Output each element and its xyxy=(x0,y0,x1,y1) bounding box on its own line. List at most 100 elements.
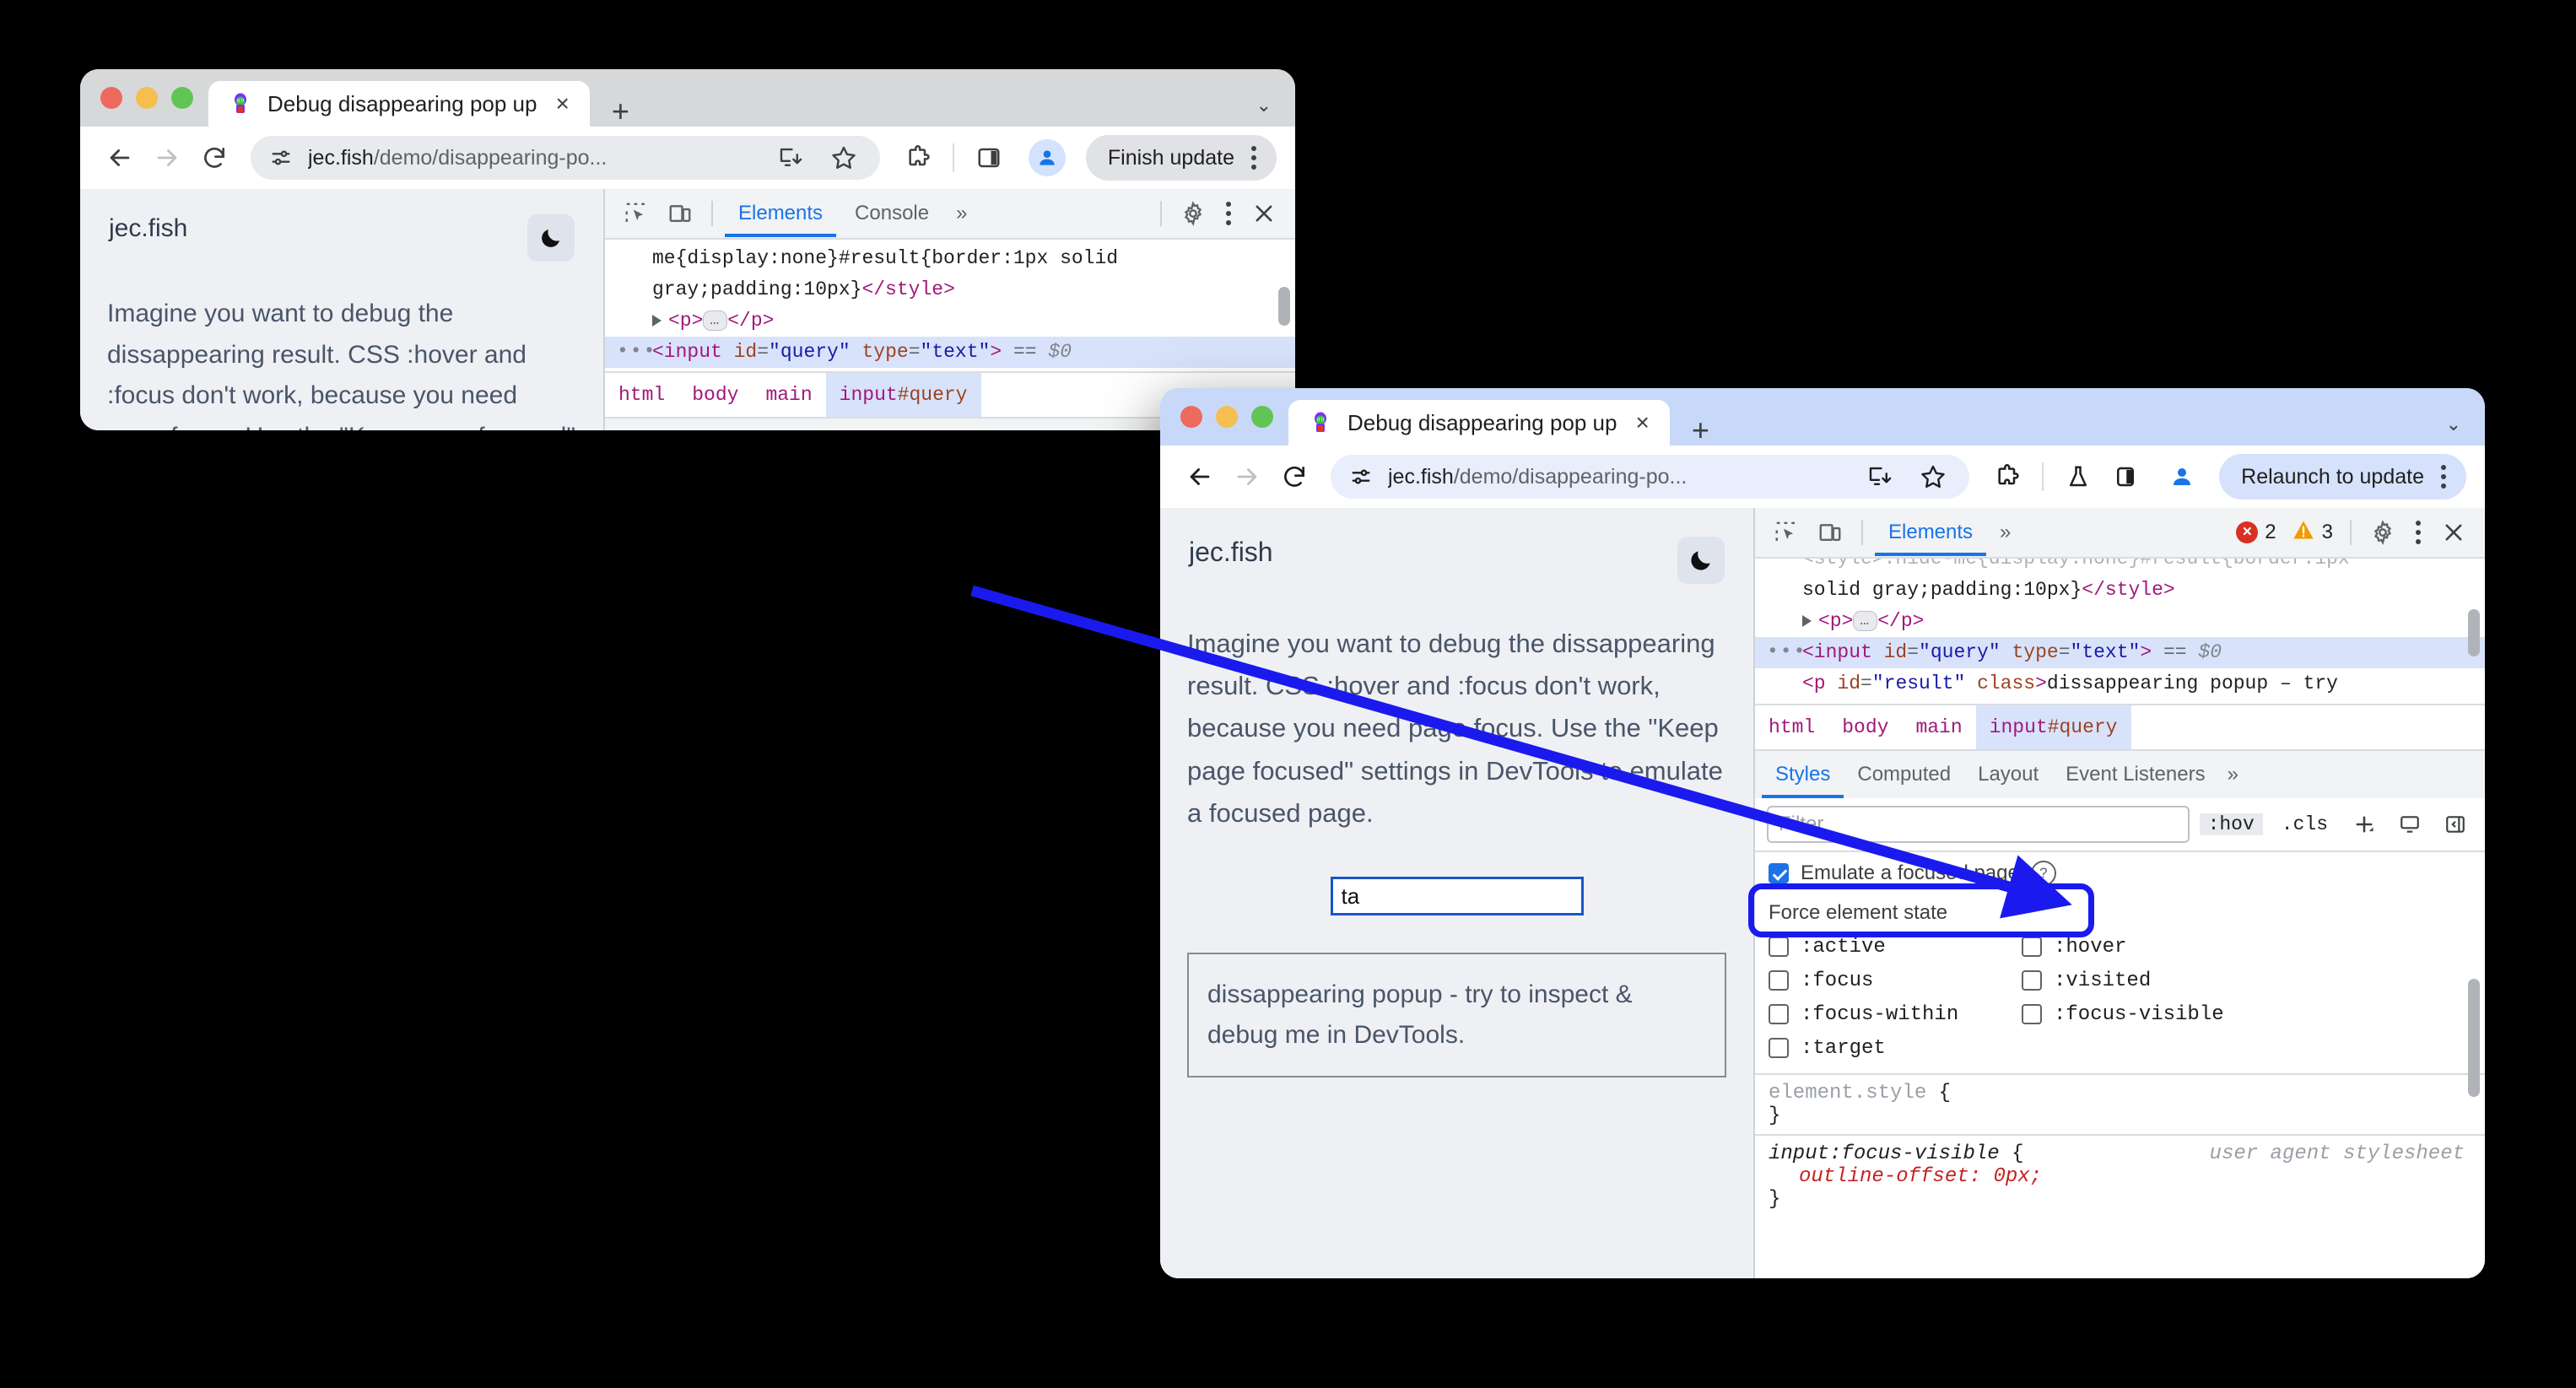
window-traffic-lights-front[interactable] xyxy=(1180,388,1288,446)
ua-rule-value[interactable]: 0px; xyxy=(1993,1165,2042,1188)
filter-input[interactable]: Filter xyxy=(1767,806,2190,843)
checkbox-target[interactable] xyxy=(1769,1038,1789,1058)
collapsed-children-icon[interactable]: … xyxy=(1853,610,1878,631)
extensions-icon[interactable] xyxy=(897,137,939,179)
browser-window-front[interactable]: Debug disappearing pop up × + ⌄ jec.fish… xyxy=(1160,388,2485,1278)
tab-event-listeners[interactable]: Event Listeners xyxy=(902,419,1068,430)
breadcrumb-html[interactable]: html xyxy=(1755,705,1828,749)
dom-line[interactable]: gray;padding:10px}</style> xyxy=(605,274,1295,305)
breadcrumb-input-query[interactable]: input #query xyxy=(825,373,981,417)
profile-avatar[interactable] xyxy=(1028,139,1066,176)
maximize-window-button[interactable] xyxy=(171,87,193,109)
gear-icon[interactable] xyxy=(2363,513,2402,552)
add-rule-icon[interactable] xyxy=(2346,807,2382,842)
devtools-more-icon[interactable] xyxy=(2407,521,2429,544)
checkbox-emulate-focused-page[interactable] xyxy=(1769,863,1789,883)
fes-focus-visible[interactable]: :focus-visible xyxy=(2022,997,2275,1031)
devtools-more-icon[interactable] xyxy=(1218,202,1239,225)
close-tab-button[interactable]: × xyxy=(552,92,572,116)
minimize-window-button[interactable] xyxy=(136,87,158,109)
window-traffic-lights-back[interactable] xyxy=(100,69,208,127)
breadcrumb-main[interactable]: main xyxy=(1902,705,1975,749)
fes-focus-within[interactable]: :focus-within xyxy=(1769,997,2022,1031)
tabs-overflow-icon[interactable]: » xyxy=(1991,521,2019,544)
tab-computed[interactable]: Computed xyxy=(1844,751,1964,798)
dom-line-input-selected[interactable]: ••• <input id="query" type="text"> == $0 xyxy=(1755,636,2485,668)
flask-icon[interactable] xyxy=(2057,456,2099,498)
tab-console[interactable]: Console xyxy=(841,190,942,237)
site-settings-icon[interactable] xyxy=(266,143,296,173)
close-window-button[interactable] xyxy=(100,87,122,109)
tab-computed[interactable]: Computed xyxy=(694,419,814,430)
dom-scrollbar[interactable] xyxy=(2468,609,2480,656)
dom-line[interactable]: solid gray;padding:10px}</style> xyxy=(1755,575,2485,606)
dom-tree-back[interactable]: me{display:none}#result{border:1px solid… xyxy=(605,240,1295,371)
query-input[interactable] xyxy=(1330,877,1584,916)
breadcrumb-html[interactable]: html xyxy=(605,373,678,417)
breadcrumb-body[interactable]: body xyxy=(678,373,752,417)
maximize-window-button[interactable] xyxy=(1251,406,1273,428)
bookmark-star-icon[interactable] xyxy=(1912,456,1954,498)
tab-elements[interactable]: Elements xyxy=(1875,509,1986,556)
chevron-down-icon[interactable]: ⌄ xyxy=(1256,95,1272,116)
minimize-window-button[interactable] xyxy=(1216,406,1238,428)
more-icon[interactable] xyxy=(2433,465,2454,489)
profile-avatar[interactable] xyxy=(2163,458,2201,495)
gear-icon[interactable] xyxy=(1174,194,1212,233)
expand-triangle-icon[interactable] xyxy=(1802,614,1812,627)
back-button[interactable] xyxy=(1179,456,1221,498)
collapse-sidebar-icon[interactable] xyxy=(2438,807,2473,842)
tab-styles[interactable]: Styles xyxy=(1762,751,1844,798)
extensions-icon[interactable] xyxy=(1986,456,2028,498)
browser-tab[interactable]: Debug disappearing pop up × xyxy=(1288,400,1670,446)
reload-button[interactable] xyxy=(1273,456,1315,498)
close-tab-button[interactable]: × xyxy=(1632,411,1652,435)
styles-scrollbar[interactable] xyxy=(2468,979,2480,1097)
tabs-overflow-icon[interactable]: » xyxy=(948,202,975,225)
tab-layout[interactable]: Layout xyxy=(814,419,902,430)
forward-button[interactable] xyxy=(1226,456,1268,498)
device-toolbar-icon[interactable] xyxy=(1811,513,1850,552)
install-icon[interactable] xyxy=(769,137,811,179)
breadcrumb-input-query[interactable]: input #query xyxy=(1975,705,2131,749)
back-button[interactable] xyxy=(99,137,141,179)
computed-sidebar-icon[interactable] xyxy=(2392,807,2427,842)
dark-mode-toggle[interactable] xyxy=(1677,537,1725,584)
checkbox-focus-visible[interactable] xyxy=(2022,1004,2042,1024)
breadcrumb-front[interactable]: html body main input #query xyxy=(1755,704,2485,749)
dom-line[interactable]: me{display:none}#result{border:1px solid xyxy=(605,243,1295,274)
checkbox-focus-within[interactable] xyxy=(1769,1004,1789,1024)
ua-stylesheet-rule[interactable]: user agent stylesheet input:focus-visible… xyxy=(1755,1134,2485,1218)
new-tab-button[interactable]: + xyxy=(612,96,629,127)
address-bar[interactable]: jec.fish/demo/disappearing-po... xyxy=(1331,455,1970,499)
side-panel-icon[interactable] xyxy=(968,137,1010,179)
more-icon[interactable] xyxy=(1243,146,1265,170)
checkbox-active[interactable] xyxy=(1769,937,1789,957)
breadcrumb-main[interactable]: main xyxy=(752,373,825,417)
close-devtools-icon[interactable] xyxy=(1245,194,1283,233)
dom-line-p[interactable]: <p>… </p> xyxy=(1755,606,2485,637)
dark-mode-toggle[interactable] xyxy=(527,214,575,262)
dom-line-result[interactable]: <p id="result" class="hide-me">dissapp xyxy=(605,368,1295,371)
device-toolbar-icon[interactable] xyxy=(661,194,699,233)
ua-rule-property[interactable]: outline-offset xyxy=(1769,1165,1969,1188)
dom-tree-front[interactable]: <style>.hide-me{display:none}#result{bor… xyxy=(1755,559,2485,704)
collapsed-children-icon[interactable]: … xyxy=(703,310,728,331)
element-style-rule-front[interactable]: element.style { } xyxy=(1755,1073,2485,1134)
hov-toggle[interactable]: :hov xyxy=(2199,813,2263,835)
dom-line-input-selected[interactable]: ••• <input id="query" type="text"> == $0 xyxy=(605,336,1295,368)
warning-badge[interactable]: 3 xyxy=(2287,518,2338,548)
close-window-button[interactable] xyxy=(1180,406,1202,428)
side-panel-icon[interactable] xyxy=(2104,456,2147,498)
cls-toggle[interactable]: .cls xyxy=(2273,813,2336,835)
tab-elements[interactable]: Elements xyxy=(725,190,836,237)
inspect-icon[interactable] xyxy=(1767,513,1806,552)
dom-line-p[interactable]: <p>… </p> xyxy=(605,305,1295,337)
site-settings-icon[interactable] xyxy=(1346,462,1376,492)
new-tab-button[interactable]: + xyxy=(1692,415,1709,446)
install-icon[interactable] xyxy=(1858,456,1900,498)
dom-line-clipped[interactable]: <style>.hide-me{display:none}#result{bor… xyxy=(1755,559,2485,575)
help-icon[interactable]: ? xyxy=(2030,861,2056,886)
inspect-icon[interactable] xyxy=(617,194,656,233)
expand-triangle-icon[interactable] xyxy=(652,314,662,327)
